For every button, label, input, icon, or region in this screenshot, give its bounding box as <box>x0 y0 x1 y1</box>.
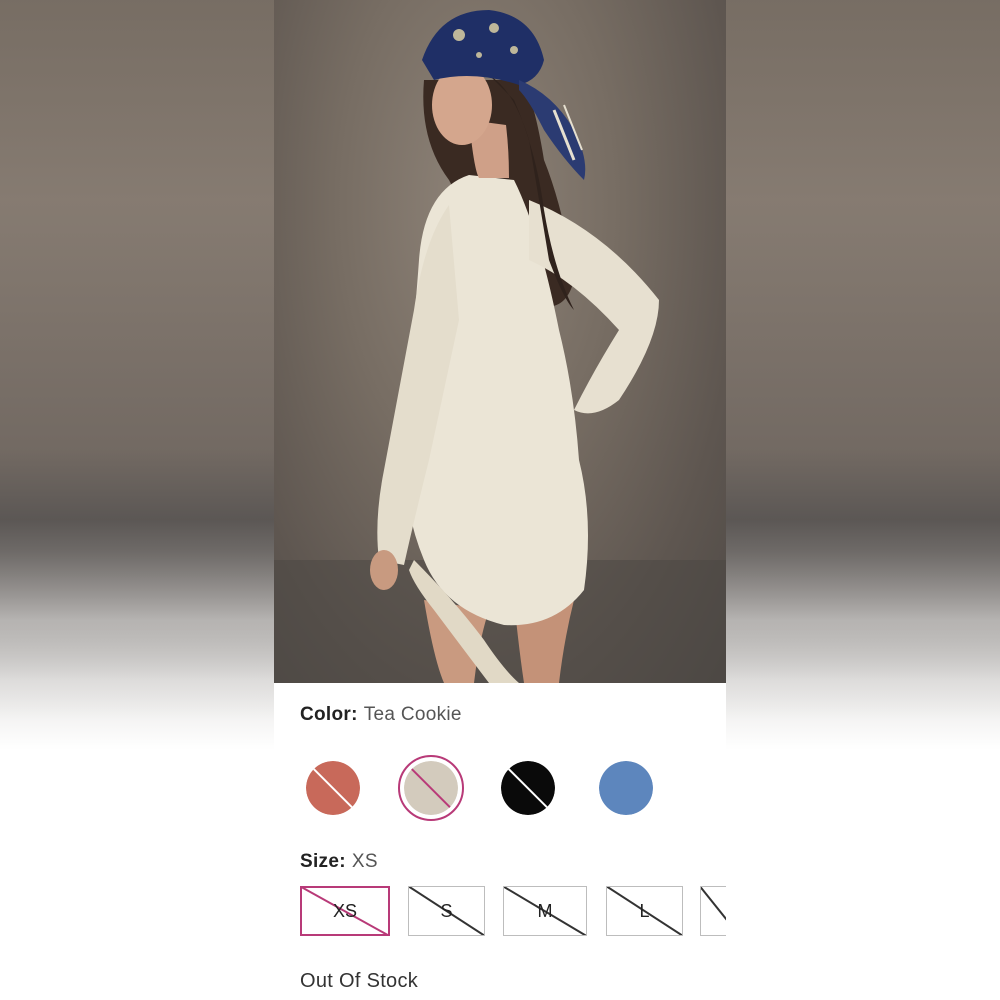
swatch-fill <box>599 761 653 815</box>
size-option-label: XS <box>332 900 357 921</box>
unavailable-slash-icon <box>701 887 726 935</box>
size-option-l[interactable]: L <box>606 886 683 936</box>
background-blur-right <box>726 0 1000 1000</box>
background-blur-left <box>0 0 274 1000</box>
color-swatch-list <box>274 755 726 821</box>
stock-status: Out Of Stock <box>300 970 419 992</box>
selected-size-name: XS <box>351 851 378 872</box>
size-option-more[interactable] <box>700 886 726 936</box>
size-option-label: L <box>639 900 650 921</box>
size-option-label: M <box>537 900 553 921</box>
size-option-list: XS S M L <box>300 886 726 938</box>
color-label: Color: <box>300 704 358 725</box>
color-swatch-black[interactable] <box>501 761 555 815</box>
product-photo-illustration <box>274 10 726 683</box>
product-image[interactable] <box>274 0 726 683</box>
size-option-xs[interactable]: XS <box>300 886 390 936</box>
size-label-row: Size: XS <box>300 851 378 873</box>
product-page: Color: Tea Cookie Size: XS XS S M L Out Of St… <box>274 0 726 1000</box>
color-swatch-blue[interactable] <box>599 761 653 815</box>
size-option-label: S <box>440 900 453 921</box>
size-label: Size: <box>300 851 346 872</box>
size-option-s[interactable]: S <box>408 886 485 936</box>
color-swatch-rust[interactable] <box>306 761 360 815</box>
size-option-m[interactable]: M <box>503 886 587 936</box>
selected-color-name: Tea Cookie <box>363 704 462 725</box>
color-label-row: Color: Tea Cookie <box>300 704 462 726</box>
color-swatch-tea-cookie[interactable] <box>404 761 458 815</box>
